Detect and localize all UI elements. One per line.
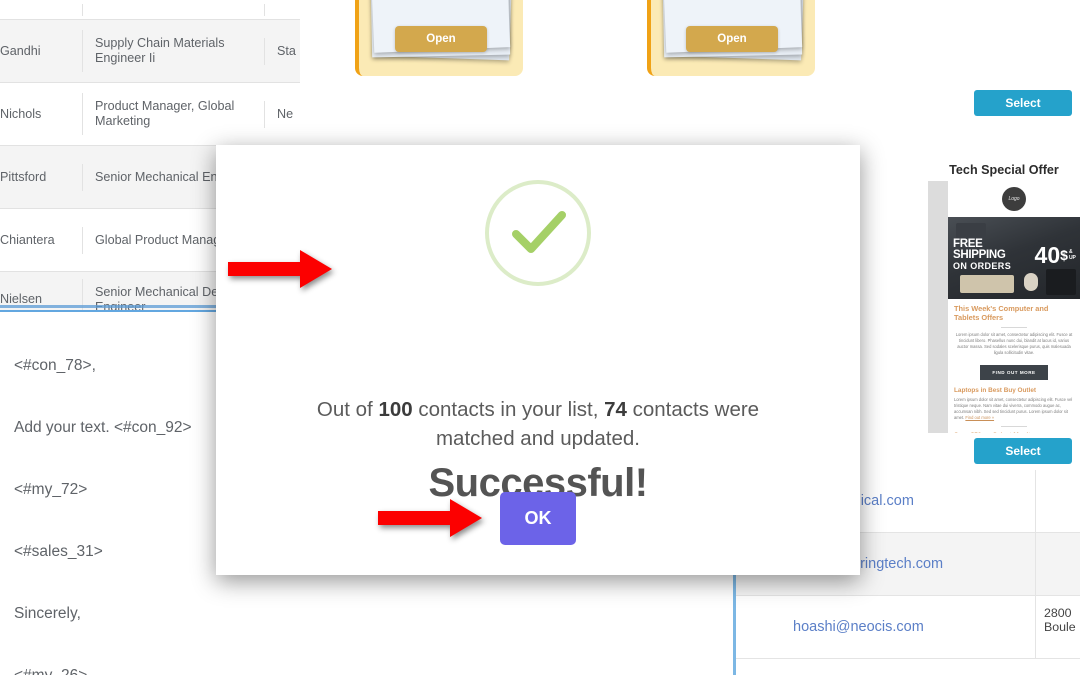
template-chooser-panel: Select Tech Special Offer Logo FREE SHIP… xyxy=(928,0,1080,470)
street-address xyxy=(1035,470,1080,532)
select-button[interactable]: Select xyxy=(974,438,1072,464)
success-dialog: Out of 100 contacts in your list, 74 con… xyxy=(216,145,860,575)
cell-extra: Sta xyxy=(264,37,300,65)
editor-line: Sincerely, xyxy=(14,605,81,622)
find-out-more-link[interactable]: Find out more » xyxy=(965,415,994,420)
cell-last-name: Nichols xyxy=(0,106,42,121)
promo-hero-text: FREE SHIPPING ON ORDERS 40 $ & UP xyxy=(948,238,1080,271)
select-button[interactable]: Select xyxy=(974,90,1072,116)
open-button[interactable]: Open xyxy=(395,26,487,52)
ok-button[interactable]: OK xyxy=(500,492,576,545)
hero-sup: & UP xyxy=(1068,249,1076,261)
hero-line-2: ON ORDERS xyxy=(953,261,1012,271)
promo-section-2: Laptops in Best Buy Outlet Lorem ipsum d… xyxy=(948,386,1080,433)
success-check-icon xyxy=(485,180,591,286)
notebook-icon xyxy=(956,223,986,239)
promo-gutter xyxy=(928,181,948,433)
screen: Gandhi Supply Chain Materials Engineer I… xyxy=(0,0,1080,675)
hero-amount: 40 xyxy=(1034,241,1061,268)
keyboard-icon xyxy=(960,275,1014,293)
hero-currency: $ xyxy=(1060,246,1068,263)
promo-section-1-heading: This Week's Computer and Tablets Offers xyxy=(954,304,1049,322)
promo-cta-wrap: FIND OUT MORE xyxy=(954,356,1074,386)
message-middle: contacts in your list, xyxy=(412,398,605,421)
cell-last-name: Nielsen xyxy=(0,292,42,306)
find-out-more-button[interactable]: FIND OUT MORE xyxy=(980,365,1048,380)
cell-job-title: Supply Chain Materials Engineer Ii xyxy=(82,30,264,72)
promo-section-3-heading: Save $50 on Select Monitors xyxy=(954,431,1074,433)
total-contacts-count: 100 xyxy=(378,398,413,421)
dialog-message: Out of 100 contacts in your list, 74 con… xyxy=(288,395,788,453)
promo-section-2-heading: Laptops in Best Buy Outlet xyxy=(954,387,1037,394)
table-row[interactable]: Nichols Product Manager, Global Marketin… xyxy=(0,83,300,146)
table-header-row xyxy=(0,0,300,20)
cell-extra: Ne xyxy=(264,100,300,128)
arrow-pointing-to-dialog xyxy=(228,250,332,288)
hero-line-1: FREE SHIPPING xyxy=(953,238,1006,261)
street-address: 2800 Boule xyxy=(1035,596,1080,658)
monitor-icon xyxy=(1046,269,1076,295)
message-prefix: Out of xyxy=(316,398,379,421)
divider xyxy=(1001,426,1027,427)
promo-section-2-body: Lorem ipsum dolor sit amet, consectetur … xyxy=(954,397,1074,421)
template-card[interactable]: Open xyxy=(355,0,523,76)
promo-section-1: This Week's Computer and Tablets Offers … xyxy=(948,299,1080,386)
promo-hero-image: FREE SHIPPING ON ORDERS 40 $ & UP xyxy=(948,217,1080,299)
street-address xyxy=(1035,533,1080,595)
cell-last-name: Pittsford xyxy=(0,169,47,184)
email-address[interactable]: hoashi@neocis.com xyxy=(735,619,1035,635)
promo-template-preview[interactable]: Logo FREE SHIPPING ON ORDERS 40 $ & UP T… xyxy=(948,181,1080,433)
mouse-icon xyxy=(1024,273,1038,291)
editor-line: <#my_26> xyxy=(14,666,735,675)
matched-contacts-count: 74 xyxy=(604,398,627,421)
promo-section-1-body: Lorem ipsum dolor sit amet, consectetur … xyxy=(955,332,1073,355)
promo-template-title: Tech Special Offer xyxy=(949,163,1059,177)
open-button[interactable]: Open xyxy=(686,26,778,52)
divider xyxy=(1001,327,1027,328)
cell-job-title: Product Manager, Global Marketing xyxy=(82,93,264,135)
brand-logo-icon: Logo xyxy=(1002,187,1026,211)
template-card[interactable]: Open xyxy=(647,0,815,76)
list-item[interactable]: hoashi@neocis.com 2800 Boule xyxy=(735,596,1080,659)
cell-last-name: Chiantera xyxy=(0,232,55,247)
cell-last-name: Gandhi xyxy=(0,43,41,58)
arrow-pointing-to-ok-button xyxy=(378,499,482,537)
promo-logo-area: Logo xyxy=(948,181,1080,217)
panel-divider xyxy=(733,570,736,675)
table-row[interactable]: Gandhi Supply Chain Materials Engineer I… xyxy=(0,20,300,83)
